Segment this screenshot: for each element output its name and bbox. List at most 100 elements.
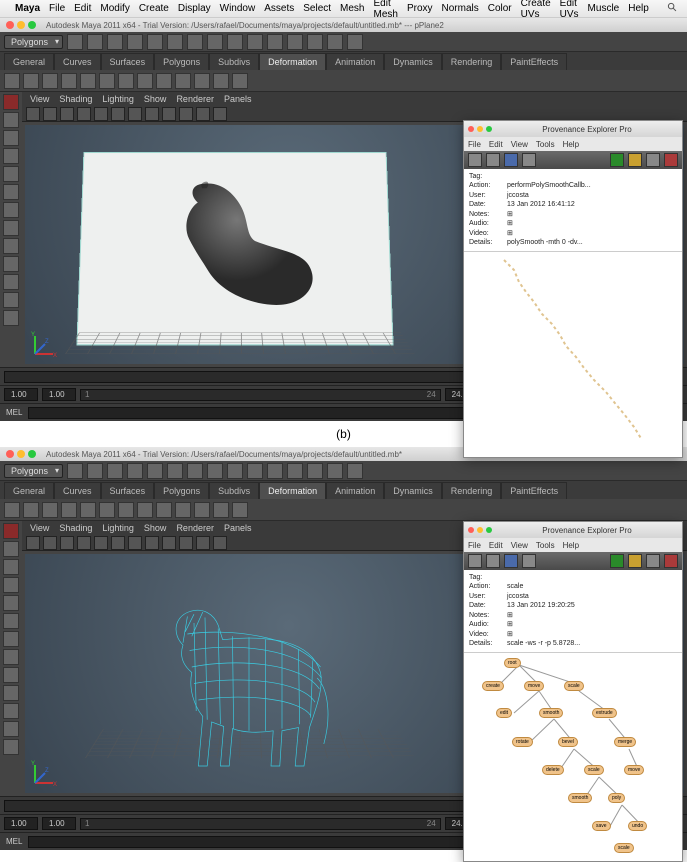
rotate-tool-icon[interactable] [3,595,19,611]
tab-deformation[interactable]: Deformation [259,53,326,70]
last-tool-icon[interactable] [3,238,19,254]
prov-node[interactable]: move [624,765,644,775]
tab-surfaces[interactable]: Surfaces [101,482,155,499]
select-object-icon[interactable] [227,34,243,50]
prov-node[interactable]: scale [564,681,584,691]
last-tool-icon[interactable] [3,667,19,683]
prov-play-icon[interactable] [610,153,624,167]
squash-icon[interactable] [137,73,153,89]
layout-single-icon[interactable] [3,256,19,272]
paint-select-icon[interactable] [3,559,19,575]
prov-node[interactable]: bevel [558,737,578,747]
vp-shadows-icon[interactable] [179,536,193,550]
save-scene-icon[interactable] [107,34,123,50]
vp-shaded-icon[interactable] [128,536,142,550]
zoom-icon[interactable] [486,126,492,132]
prov-node[interactable]: save [592,821,611,831]
close-icon[interactable] [6,450,14,458]
vp-image-plane-icon[interactable] [60,536,74,550]
prov-node[interactable]: delete [542,765,564,775]
vp-lights-icon[interactable] [162,107,176,121]
lattice-icon[interactable] [4,502,20,518]
blend-icon[interactable] [42,73,58,89]
vp-isolate-icon[interactable] [213,536,227,550]
layout-outliner-icon[interactable] [3,292,19,308]
prov-node[interactable]: edit [496,708,512,718]
bend-icon[interactable] [80,502,96,518]
range-start[interactable]: 1.00 [4,817,38,830]
redo-icon[interactable] [147,463,163,479]
minimize-icon[interactable] [477,126,483,132]
flare-icon[interactable] [99,502,115,518]
tab-general[interactable]: General [4,53,54,70]
menu-file[interactable]: File [49,3,65,14]
horse-model-shaded[interactable] [145,175,365,340]
vp-bookmark-icon[interactable] [43,107,57,121]
sine-icon[interactable] [118,502,134,518]
save-scene-icon[interactable] [107,463,123,479]
prov-node[interactable]: merge [614,737,636,747]
vp-grid-icon[interactable] [77,107,91,121]
wire-icon[interactable] [232,502,248,518]
lasso-tool-icon[interactable] [3,541,19,557]
prov-audio[interactable]: ⊞ [507,219,513,228]
sculpt-icon[interactable] [194,73,210,89]
menu-color[interactable]: Color [488,3,512,14]
vp-menu-renderer[interactable]: Renderer [176,94,214,104]
menu-muscle[interactable]: Muscle [588,3,620,14]
bend-icon[interactable] [80,73,96,89]
vp-select-camera-icon[interactable] [26,536,40,550]
menu-editmesh[interactable]: Edit Mesh [373,0,397,20]
zoom-icon[interactable] [28,21,36,29]
prov-refresh-icon[interactable] [504,554,518,568]
range-in[interactable]: 1.00 [42,817,76,830]
move-tool-icon[interactable] [3,148,19,164]
tab-curves[interactable]: Curves [54,53,101,70]
menu-create[interactable]: Create [139,3,169,14]
layout-graph-icon[interactable] [3,739,19,755]
prov-node[interactable]: create [482,681,504,691]
range-in[interactable]: 1.00 [42,388,76,401]
lattice-icon[interactable] [4,73,20,89]
prov-node[interactable]: smooth [568,793,592,803]
select-tool-icon[interactable] [3,523,19,539]
tab-polygons[interactable]: Polygons [154,53,209,70]
tab-polygons[interactable]: Polygons [154,482,209,499]
vp-menu-show[interactable]: Show [144,94,167,104]
manip-tool-icon[interactable] [3,631,19,647]
prov-menu-tools[interactable]: Tools [536,541,555,550]
twist-icon[interactable] [156,73,172,89]
select-vertex-icon[interactable] [167,34,183,50]
provenance-window-a[interactable]: Provenance Explorer Pro File Edit View T… [463,120,683,458]
render-settings-icon[interactable] [347,463,363,479]
menu-edit[interactable]: Edit [74,3,91,14]
vp-textured-icon[interactable] [145,107,159,121]
tab-painteffects[interactable]: PaintEffects [501,482,567,499]
wrap-icon[interactable] [61,73,77,89]
wave-icon[interactable] [175,502,191,518]
wrap-icon[interactable] [61,502,77,518]
layout-graph-icon[interactable] [3,310,19,326]
select-object-icon[interactable] [227,463,243,479]
layout-four-icon[interactable] [3,703,19,719]
snap-point-icon[interactable] [287,34,303,50]
vp-gate-icon[interactable] [94,536,108,550]
vp-menu-view[interactable]: View [30,94,49,104]
menu-edituvs[interactable]: Edit UVs [560,0,579,20]
minimize-icon[interactable] [17,450,25,458]
prov-record-icon[interactable] [664,554,678,568]
wire-icon[interactable] [232,73,248,89]
new-scene-icon[interactable] [67,463,83,479]
tab-subdivs[interactable]: Subdivs [209,53,259,70]
redo-icon[interactable] [147,34,163,50]
vp-shadows-icon[interactable] [179,107,193,121]
vp-gate-icon[interactable] [94,107,108,121]
prov-tag-icon[interactable] [522,554,536,568]
jiggle-icon[interactable] [213,502,229,518]
tab-painteffects[interactable]: PaintEffects [501,53,567,70]
ipr-icon[interactable] [327,463,343,479]
vp-menu-panels[interactable]: Panels [224,523,252,533]
vp-shaded-icon[interactable] [128,107,142,121]
vp-menu-view[interactable]: View [30,523,49,533]
vp-lights-icon[interactable] [162,536,176,550]
